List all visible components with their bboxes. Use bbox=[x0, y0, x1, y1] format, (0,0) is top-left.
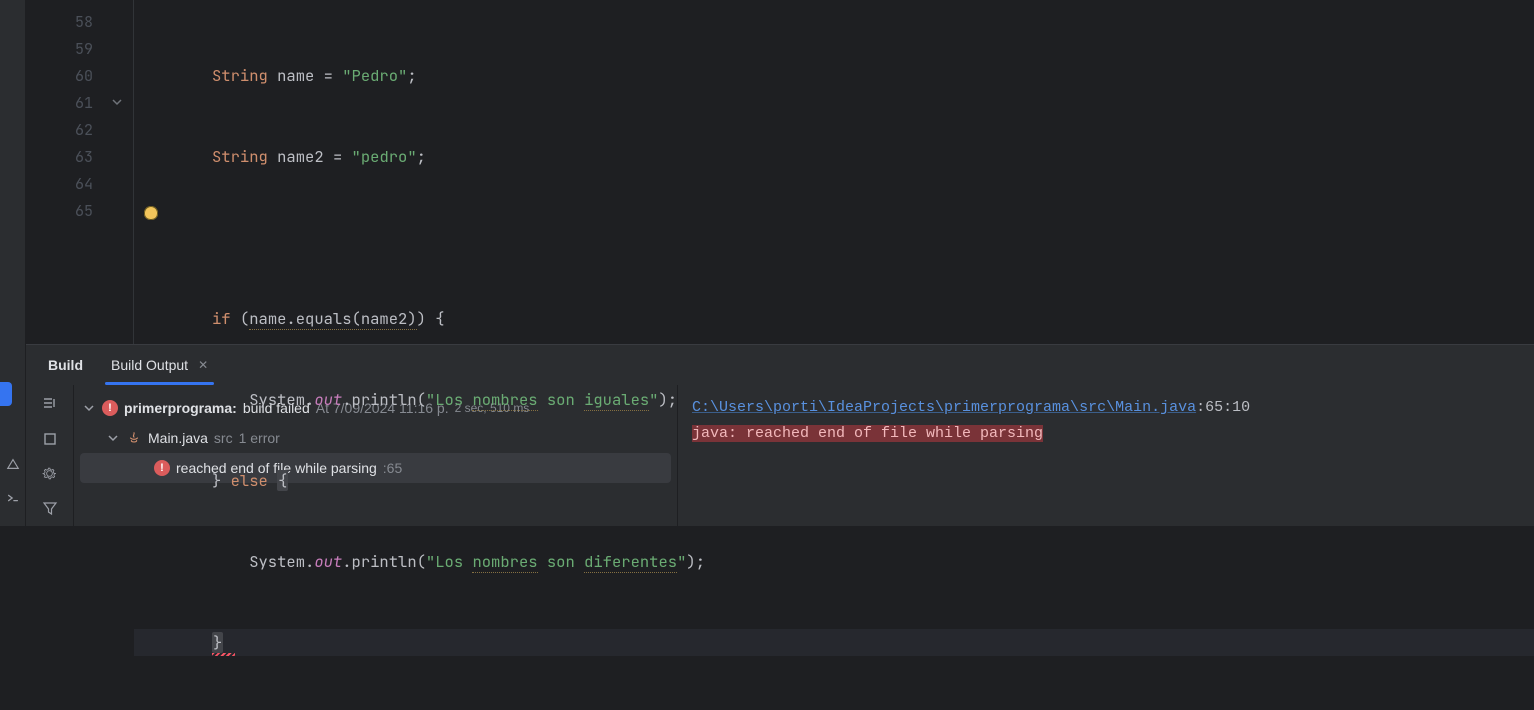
active-tool-indicator bbox=[0, 382, 12, 406]
hammer-icon[interactable] bbox=[41, 395, 59, 413]
gutter: 58 59 60 61 62 63 64 65 bbox=[26, 0, 134, 344]
code-editor[interactable]: 58 59 60 61 62 63 64 65 String name = "P… bbox=[26, 0, 1534, 344]
terminal-icon[interactable] bbox=[5, 490, 21, 506]
line-number: 59 bbox=[26, 35, 133, 62]
tab-build-output[interactable]: Build Output ✕ bbox=[101, 345, 218, 385]
line-number: 63 bbox=[26, 143, 133, 170]
tool-window-stripe bbox=[0, 0, 26, 526]
line-number: 64 bbox=[26, 170, 133, 197]
stop-icon[interactable] bbox=[42, 431, 58, 447]
line-number: 62 bbox=[26, 116, 133, 143]
line-number: 61 bbox=[26, 89, 133, 116]
line-number: 60 bbox=[26, 62, 133, 89]
tab-build[interactable]: Build bbox=[38, 345, 93, 385]
panel-toolbar bbox=[26, 385, 74, 526]
fold-toggle-icon[interactable] bbox=[111, 96, 123, 108]
chevron-down-icon[interactable] bbox=[82, 403, 96, 413]
chevron-down-icon[interactable] bbox=[106, 433, 120, 443]
line-number: 58 bbox=[26, 8, 133, 35]
error-icon: ! bbox=[102, 400, 118, 416]
close-icon[interactable]: ✕ bbox=[198, 358, 208, 372]
debug-icon[interactable] bbox=[5, 456, 21, 472]
gear-icon[interactable] bbox=[41, 465, 58, 482]
code-area[interactable]: String name = "Pedro"; String name2 = "p… bbox=[134, 0, 1534, 344]
filter-icon[interactable] bbox=[42, 500, 58, 516]
line-number: 65 bbox=[26, 197, 133, 224]
